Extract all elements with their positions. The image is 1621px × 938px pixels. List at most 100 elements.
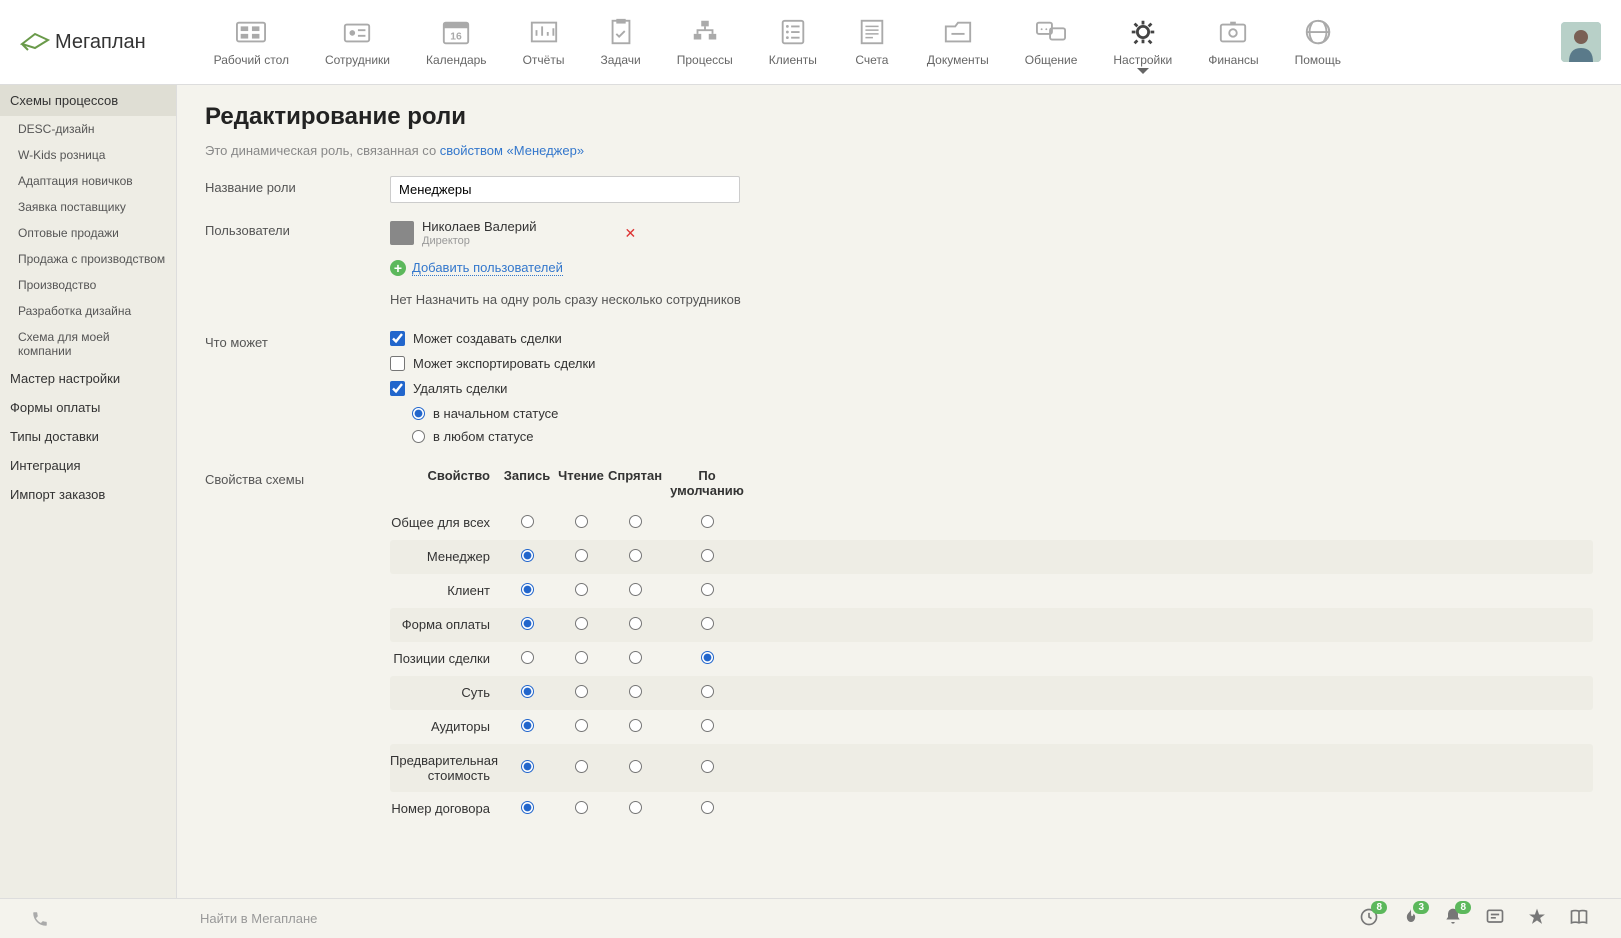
prop-radio[interactable] (701, 651, 714, 664)
prop-radio[interactable] (701, 719, 714, 732)
prop-radio[interactable] (629, 685, 642, 698)
hint: Нет Назначить на одну роль сразу несколь… (390, 292, 1593, 307)
prop-radio[interactable] (521, 760, 534, 773)
checkbox-export[interactable] (390, 356, 405, 371)
prop-row: Общее для всех (390, 506, 1593, 540)
prop-row: Номер договора (390, 792, 1593, 826)
prop-radio[interactable] (629, 801, 642, 814)
sidebar-item[interactable]: Схема для моей компании (0, 324, 176, 364)
prop-radio[interactable] (701, 515, 714, 528)
prop-radio[interactable] (575, 617, 588, 630)
prop-radio[interactable] (701, 801, 714, 814)
bell-icon[interactable]: 8 (1443, 907, 1463, 930)
prop-radio[interactable] (629, 719, 642, 732)
prop-row: Менеджер (390, 540, 1593, 574)
prop-radio[interactable] (629, 583, 642, 596)
prop-radio[interactable] (575, 719, 588, 732)
fire-badge: 3 (1413, 901, 1429, 914)
star-icon[interactable] (1527, 907, 1547, 930)
prop-radio[interactable] (521, 685, 534, 698)
radio-del-initial[interactable] (412, 407, 425, 420)
role-name-input[interactable] (390, 176, 740, 203)
nav-Общение[interactable]: Общение (1007, 7, 1096, 77)
sidebar-section[interactable]: Формы оплаты (0, 393, 176, 422)
logo[interactable]: Мегаплан (20, 31, 146, 54)
prop-radio[interactable] (575, 583, 588, 596)
prop-radio[interactable] (575, 685, 588, 698)
prop-radio[interactable] (521, 549, 534, 562)
sidebar-section[interactable]: Импорт заказов (0, 480, 176, 509)
clock-badge: 8 (1371, 901, 1387, 914)
prop-radio[interactable] (629, 760, 642, 773)
nav-Задачи[interactable]: Задачи (582, 7, 658, 77)
prop-radio[interactable] (701, 583, 714, 596)
sidebar-item[interactable]: Оптовые продажи (0, 220, 176, 246)
prop-radio[interactable] (521, 583, 534, 596)
prop-header-col: Чтение (554, 468, 608, 498)
prop-radio[interactable] (575, 760, 588, 773)
radio-del-any[interactable] (412, 430, 425, 443)
sidebar-item[interactable]: Заявка поставщику (0, 194, 176, 220)
chat-icon[interactable] (1485, 907, 1505, 930)
sidebar-header[interactable]: Схемы процессов (0, 85, 176, 116)
nav-Финансы[interactable]: Финансы (1190, 7, 1276, 77)
remove-user-icon[interactable]: ✕ (624, 225, 636, 242)
prop-header-col: Запись (500, 468, 554, 498)
prop-radio[interactable] (701, 760, 714, 773)
sidebar-item[interactable]: DESC-дизайн (0, 116, 176, 142)
sidebar-item[interactable]: Разработка дизайна (0, 298, 176, 324)
nav-Сотрудники[interactable]: Сотрудники (307, 7, 408, 77)
nav-Календарь[interactable]: 16Календарь (408, 7, 505, 77)
top-nav: Рабочий столСотрудники16КалендарьОтчётыЗ… (196, 7, 1561, 77)
prop-radio[interactable] (629, 515, 642, 528)
nav-Клиенты[interactable]: Клиенты (751, 7, 835, 77)
prop-radio[interactable] (701, 549, 714, 562)
plus-icon: + (390, 260, 406, 276)
clock-icon[interactable]: 8 (1359, 907, 1379, 930)
sidebar-section[interactable]: Мастер настройки (0, 364, 176, 393)
sidebar-item[interactable]: Продажа с производством (0, 246, 176, 272)
prop-header-col: Свойство (390, 468, 500, 498)
sidebar-section[interactable]: Интеграция (0, 451, 176, 480)
prop-radio[interactable] (701, 617, 714, 630)
user-avatar-icon (390, 221, 414, 245)
prop-radio[interactable] (521, 719, 534, 732)
prop-radio[interactable] (521, 801, 534, 814)
book-icon[interactable] (1569, 907, 1589, 930)
prop-radio[interactable] (521, 617, 534, 630)
nav-Процессы[interactable]: Процессы (659, 7, 751, 77)
prop-radio[interactable] (575, 651, 588, 664)
add-users-link[interactable]: + Добавить пользователей (390, 260, 1593, 276)
checkbox-create[interactable] (390, 331, 405, 346)
prop-radio[interactable] (629, 651, 642, 664)
prop-radio[interactable] (701, 685, 714, 698)
nav-Рабочий стол[interactable]: Рабочий стол (196, 7, 307, 77)
nav-Помощь[interactable]: Помощь (1277, 7, 1359, 77)
sidebar-item[interactable]: Производство (0, 272, 176, 298)
fire-icon[interactable]: 3 (1401, 907, 1421, 930)
nav-Документы[interactable]: Документы (909, 7, 1007, 77)
sidebar: Схемы процессов DESC-дизайнW-Kids розниц… (0, 85, 177, 898)
subtitle-link[interactable]: свойством «Менеджер» (440, 143, 584, 158)
footer: Найти в Мегаплане 8 3 8 (0, 898, 1621, 938)
prop-radio[interactable] (629, 617, 642, 630)
checkbox-delete[interactable] (390, 381, 405, 396)
nav-Настройки[interactable]: Настройки (1095, 7, 1190, 77)
logo-icon (20, 32, 50, 52)
prop-radio[interactable] (575, 801, 588, 814)
footer-search[interactable]: Найти в Мегаплане (70, 911, 1349, 926)
label-what-can: Что может (205, 331, 390, 350)
phone-icon[interactable] (20, 910, 60, 928)
sidebar-item[interactable]: W-Kids розница (0, 142, 176, 168)
prop-radio[interactable] (575, 549, 588, 562)
nav-Счета[interactable]: Счета (835, 7, 909, 77)
sidebar-item[interactable]: Адаптация новичков (0, 168, 176, 194)
prop-radio[interactable] (629, 549, 642, 562)
avatar[interactable] (1561, 22, 1601, 62)
prop-radio[interactable] (521, 515, 534, 528)
prop-radio[interactable] (575, 515, 588, 528)
prop-radio[interactable] (521, 651, 534, 664)
nav-Отчёты[interactable]: Отчёты (505, 7, 583, 77)
user-name[interactable]: Николаев Валерий (422, 219, 536, 235)
sidebar-section[interactable]: Типы доставки (0, 422, 176, 451)
